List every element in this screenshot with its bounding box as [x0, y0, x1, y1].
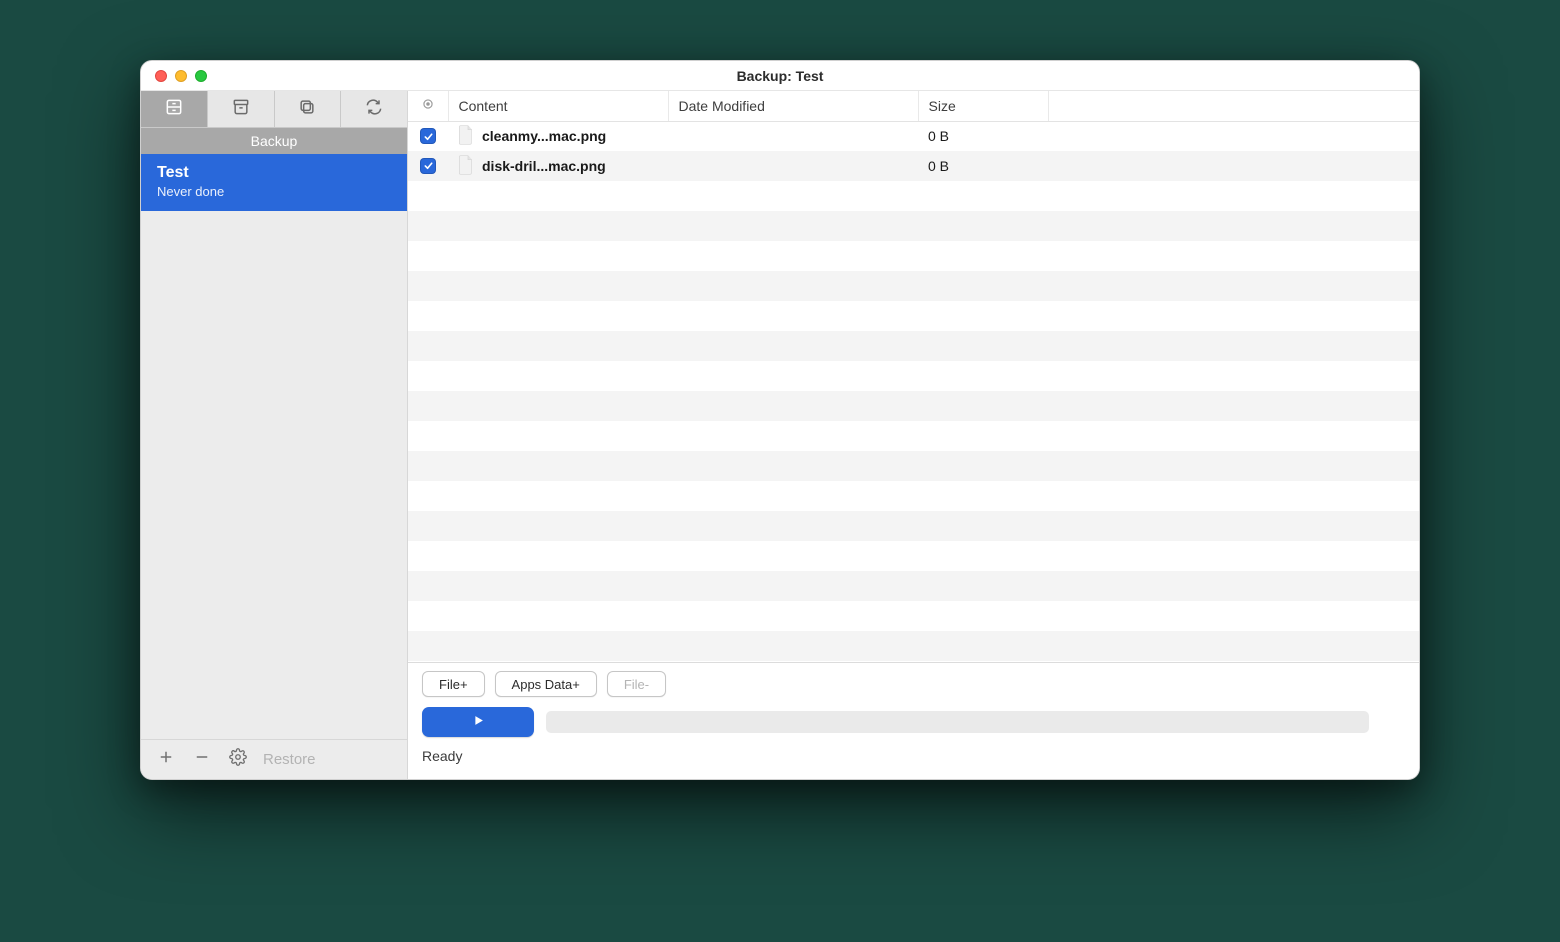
table-row[interactable]: cleanmy...mac.png 0 B — [408, 121, 1419, 151]
table-row-empty — [408, 481, 1419, 511]
row-filename: disk-dril...mac.png — [448, 151, 668, 181]
row-size: 0 B — [918, 121, 1048, 151]
app-window: Backup: Test — [140, 60, 1420, 780]
gear-icon — [229, 748, 247, 771]
main-panel: Content Date Modified Size cleanmy...mac… — [407, 91, 1419, 779]
sidebar-tab-sync[interactable] — [341, 91, 407, 127]
backup-box-icon — [164, 97, 184, 122]
document-icon — [458, 155, 474, 178]
table-row-empty — [408, 211, 1419, 241]
table-row-empty — [408, 271, 1419, 301]
row-checkbox[interactable] — [408, 151, 448, 181]
table-row-empty — [408, 421, 1419, 451]
table-row-empty — [408, 331, 1419, 361]
row-size: 0 B — [918, 151, 1048, 181]
progress-bar — [546, 711, 1369, 733]
window-zoom-button[interactable] — [195, 70, 207, 82]
log-button[interactable] — [1381, 709, 1405, 735]
archive-box-icon — [231, 97, 251, 122]
table-row-empty — [408, 511, 1419, 541]
row-checkbox[interactable] — [408, 121, 448, 151]
table-row-empty — [408, 181, 1419, 211]
sync-icon — [364, 97, 384, 122]
window-close-button[interactable] — [155, 70, 167, 82]
backup-item-test[interactable]: Test Never done — [141, 154, 407, 211]
document-icon — [458, 125, 474, 148]
backup-item-name: Test — [157, 164, 391, 182]
sidebar-tab-archive[interactable] — [208, 91, 275, 127]
file-table-wrap: Content Date Modified Size cleanmy...mac… — [408, 91, 1419, 662]
file-table: Content Date Modified Size cleanmy...mac… — [408, 91, 1419, 661]
minus-icon — [193, 748, 211, 771]
row-filename: cleanmy...mac.png — [448, 121, 668, 151]
window-title: Backup: Test — [141, 68, 1419, 84]
backup-item-subtitle: Never done — [157, 184, 391, 199]
remove-backup-button[interactable] — [187, 745, 217, 775]
sidebar-section-header: Backup — [141, 128, 407, 154]
row-date — [668, 121, 918, 151]
column-header-spacer — [1048, 91, 1419, 121]
checkbox-checked-icon — [420, 158, 436, 174]
sidebar: Backup Test Never done — [141, 91, 407, 779]
status-text: Ready — [422, 748, 462, 764]
run-backup-button[interactable] — [422, 707, 534, 737]
copy-icon — [297, 97, 317, 122]
table-row-empty — [408, 361, 1419, 391]
file-plus-button[interactable]: File+ — [422, 671, 485, 697]
play-icon — [471, 713, 486, 731]
table-row-empty — [408, 601, 1419, 631]
table-row-empty — [408, 451, 1419, 481]
table-row-empty — [408, 541, 1419, 571]
target-icon — [421, 98, 435, 114]
sidebar-footer: Restore — [141, 739, 407, 779]
backup-list: Test Never done — [141, 154, 407, 739]
column-header-date[interactable]: Date Modified — [668, 91, 918, 121]
table-row[interactable]: disk-dril...mac.png 0 B — [408, 151, 1419, 181]
warnings-button[interactable] — [1381, 743, 1405, 769]
file-minus-button[interactable]: File- — [607, 671, 666, 697]
plus-icon — [157, 748, 175, 771]
apps-data-plus-button[interactable]: Apps Data+ — [495, 671, 597, 697]
column-header-size[interactable]: Size — [918, 91, 1048, 121]
sidebar-tabs — [141, 91, 407, 128]
traffic-lights — [141, 70, 207, 82]
bottom-bar: File+ Apps Data+ File- — [408, 662, 1419, 779]
table-row-empty — [408, 391, 1419, 421]
row-date — [668, 151, 918, 181]
table-row-empty — [408, 301, 1419, 331]
checkbox-checked-icon — [420, 128, 436, 144]
add-backup-button[interactable] — [151, 745, 181, 775]
sidebar-tab-backup[interactable] — [141, 91, 208, 127]
table-row-empty — [408, 631, 1419, 661]
restore-button[interactable]: Restore — [263, 751, 316, 768]
titlebar: Backup: Test — [141, 61, 1419, 91]
sidebar-tab-copy[interactable] — [275, 91, 342, 127]
column-header-select[interactable] — [408, 91, 448, 121]
settings-button[interactable] — [223, 745, 253, 775]
column-header-content[interactable]: Content — [448, 91, 668, 121]
table-row-empty — [408, 241, 1419, 271]
table-row-empty — [408, 571, 1419, 601]
window-minimize-button[interactable] — [175, 70, 187, 82]
